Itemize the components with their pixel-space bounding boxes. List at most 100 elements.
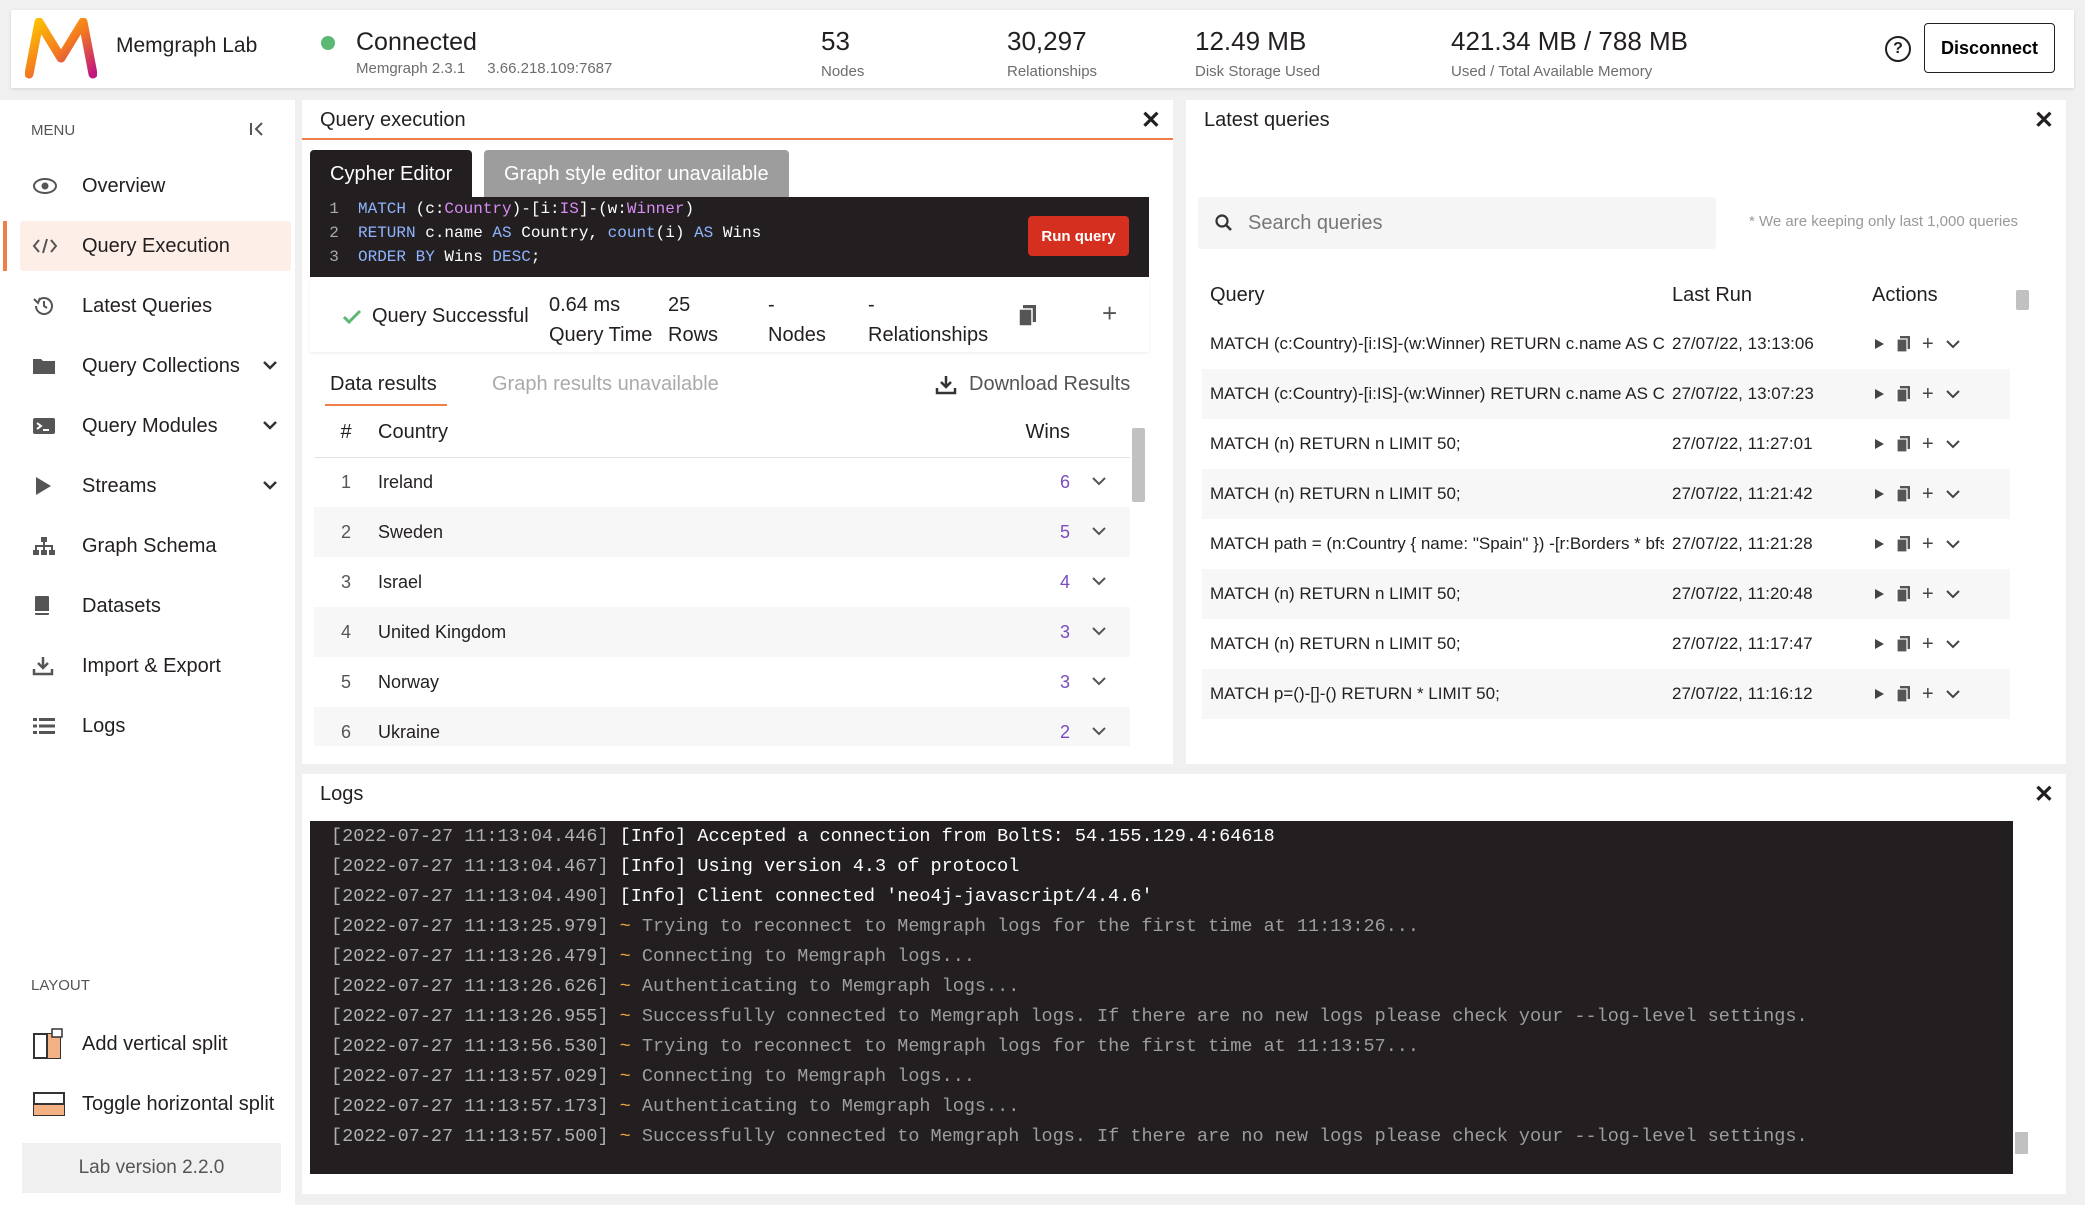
- column-header: Country: [378, 408, 852, 458]
- run-icon[interactable]: [1872, 387, 1886, 401]
- latest-queries-scrollbar[interactable]: [2016, 290, 2029, 310]
- table-row[interactable]: MATCH (n) RETURN n LIMIT 50; 27/07/22, 11…: [1202, 619, 2010, 669]
- table-row[interactable]: 1 Ireland 6: [314, 457, 1130, 507]
- close-icon[interactable]: ✕: [2034, 106, 2054, 135]
- chevron-down-icon[interactable]: [1944, 487, 1962, 501]
- chevron-down-icon[interactable]: [1944, 387, 1962, 401]
- table-row[interactable]: MATCH p=()-[]-() RETURN * LIMIT 50; 27/07…: [1202, 669, 2010, 719]
- toggle-horizontal-split-button[interactable]: Toggle horizontal split: [20, 1079, 291, 1129]
- copy-icon[interactable]: [1896, 635, 1912, 653]
- chevron-down-icon[interactable]: [1944, 637, 1962, 651]
- sidebar-item-datasets[interactable]: Datasets: [20, 581, 291, 631]
- table-row[interactable]: 5 Norway 3: [314, 657, 1130, 707]
- sidebar-item-latest-queries[interactable]: Latest Queries: [20, 281, 291, 331]
- log-line: [2022-07-27 11:13:57.500] ~ Successfully…: [331, 1122, 1808, 1152]
- run-icon[interactable]: [1872, 487, 1886, 501]
- table-row[interactable]: 2 Sweden 5: [314, 507, 1130, 557]
- chevron-down-icon[interactable]: [261, 475, 279, 495]
- add-icon[interactable]: +: [1922, 583, 1934, 606]
- tab-graph-results[interactable]: Graph results unavailable: [492, 373, 719, 396]
- run-icon[interactable]: [1872, 537, 1886, 551]
- sidebar-item-query-collections[interactable]: Query Collections: [20, 341, 291, 391]
- latest-queries-table: Query Last Run Actions MATCH (c:Country)…: [1202, 271, 2010, 719]
- chevron-down-icon[interactable]: [1090, 724, 1108, 738]
- tab-cypher-editor[interactable]: Cypher Editor: [310, 150, 473, 198]
- copy-icon[interactable]: [1896, 485, 1912, 503]
- add-icon[interactable]: +: [1922, 383, 1934, 406]
- query-text: MATCH (n) RETURN n LIMIT 50;: [1202, 569, 1664, 619]
- chevron-down-icon[interactable]: [1944, 687, 1962, 701]
- table-row[interactable]: MATCH (n) RETURN n LIMIT 50; 27/07/22, 11…: [1202, 469, 2010, 519]
- query-rows: 25 Rows: [668, 294, 719, 346]
- chevron-down-icon[interactable]: [261, 415, 279, 435]
- row-actions: +: [1864, 619, 2010, 669]
- table-row[interactable]: MATCH (n) RETURN n LIMIT 50; 27/07/22, 11…: [1202, 419, 2010, 469]
- search-input[interactable]: [1248, 197, 1708, 249]
- copy-icon[interactable]: [1018, 304, 1038, 328]
- table-row[interactable]: MATCH (c:Country)-[i:IS]-(w:Winner) RETU…: [1202, 319, 2010, 369]
- logs-scrollbar[interactable]: [2015, 1132, 2028, 1154]
- table-row[interactable]: 3 Israel 4: [314, 557, 1130, 607]
- table-row[interactable]: MATCH path = (n:Country { name: "Spain" …: [1202, 519, 2010, 569]
- chevron-down-icon[interactable]: [1090, 624, 1108, 638]
- run-icon[interactable]: [1872, 337, 1886, 351]
- add-icon[interactable]: +: [1922, 533, 1934, 556]
- table-row[interactable]: MATCH (n) RETURN n LIMIT 50; 27/07/22, 11…: [1202, 569, 2010, 619]
- run-icon[interactable]: [1872, 637, 1886, 651]
- add-icon[interactable]: +: [1922, 333, 1934, 356]
- chevron-down-icon[interactable]: [1944, 537, 1962, 551]
- close-icon[interactable]: ✕: [2034, 780, 2054, 809]
- add-vertical-split-button[interactable]: Add vertical split: [20, 1019, 291, 1069]
- sidebar-item-query-execution[interactable]: Query Execution: [3, 221, 291, 271]
- chevron-down-icon[interactable]: [1944, 437, 1962, 451]
- add-icon[interactable]: +: [1922, 433, 1934, 456]
- sidebar-item-graph-schema[interactable]: Graph Schema: [20, 521, 291, 571]
- disconnect-button[interactable]: Disconnect: [1924, 23, 2055, 73]
- sidebar-item-overview[interactable]: Overview: [20, 161, 291, 211]
- query-text: MATCH (c:Country)-[i:IS]-(w:Winner) RETU…: [1202, 369, 1664, 419]
- copy-icon[interactable]: [1896, 335, 1912, 353]
- sidebar-item-streams[interactable]: Streams: [20, 461, 291, 511]
- tab-graph-style-editor[interactable]: Graph style editor unavailable: [484, 150, 789, 198]
- stat-nodes: 53 Nodes: [821, 26, 865, 80]
- copy-icon[interactable]: [1896, 685, 1912, 703]
- add-icon[interactable]: +: [1922, 483, 1934, 506]
- tab-data-results[interactable]: Data results: [330, 373, 437, 396]
- results-scrollbar[interactable]: [1132, 428, 1145, 502]
- sidebar-item-query-modules[interactable]: Query Modules: [20, 401, 291, 451]
- table-row[interactable]: 6 Ukraine 2: [314, 707, 1130, 746]
- copy-icon[interactable]: [1896, 385, 1912, 403]
- chevron-down-icon[interactable]: [1090, 574, 1108, 588]
- log-message: Trying to reconnect to Memgraph logs for…: [641, 1036, 1420, 1057]
- sidebar-item-logs[interactable]: Logs: [20, 701, 291, 751]
- copy-icon[interactable]: [1896, 535, 1912, 553]
- logs-output[interactable]: [2022-07-27 11:13:04.446] [Info] Accepte…: [310, 821, 2013, 1174]
- collapse-sidebar-icon[interactable]: [248, 120, 266, 138]
- table-row[interactable]: MATCH (c:Country)-[i:IS]-(w:Winner) RETU…: [1202, 369, 2010, 419]
- log-timestamp: [2022-07-27 11:13:26.479]: [331, 946, 609, 967]
- menu-section-title: MENU: [31, 122, 76, 139]
- close-icon[interactable]: ✕: [1141, 106, 1161, 135]
- chevron-down-icon[interactable]: [1944, 337, 1962, 351]
- sidebar-item-label: Query Collections: [82, 354, 240, 377]
- copy-icon[interactable]: [1896, 585, 1912, 603]
- cypher-editor[interactable]: 1 MATCH (c:Country)-[i:IS]-(w:Winner) 2 RE…: [310, 197, 1149, 277]
- add-icon[interactable]: +: [1922, 633, 1934, 656]
- run-query-button[interactable]: Run query: [1028, 216, 1129, 256]
- add-icon[interactable]: +: [1922, 683, 1934, 706]
- table-row[interactable]: 4 United Kingdom 3: [314, 607, 1130, 657]
- download-results-button[interactable]: Download Results: [935, 373, 1130, 396]
- add-icon[interactable]: +: [1102, 298, 1117, 329]
- chevron-down-icon[interactable]: [1090, 524, 1108, 538]
- sidebar-item-import-export[interactable]: Import & Export: [20, 641, 291, 691]
- run-icon[interactable]: [1872, 687, 1886, 701]
- chevron-down-icon[interactable]: [1944, 587, 1962, 601]
- help-icon[interactable]: ?: [1885, 36, 1911, 62]
- folder-icon: [20, 356, 82, 376]
- chevron-down-icon[interactable]: [1090, 674, 1108, 688]
- run-icon[interactable]: [1872, 437, 1886, 451]
- chevron-down-icon[interactable]: [1090, 474, 1108, 488]
- copy-icon[interactable]: [1896, 435, 1912, 453]
- chevron-down-icon[interactable]: [261, 355, 279, 375]
- run-icon[interactable]: [1872, 587, 1886, 601]
